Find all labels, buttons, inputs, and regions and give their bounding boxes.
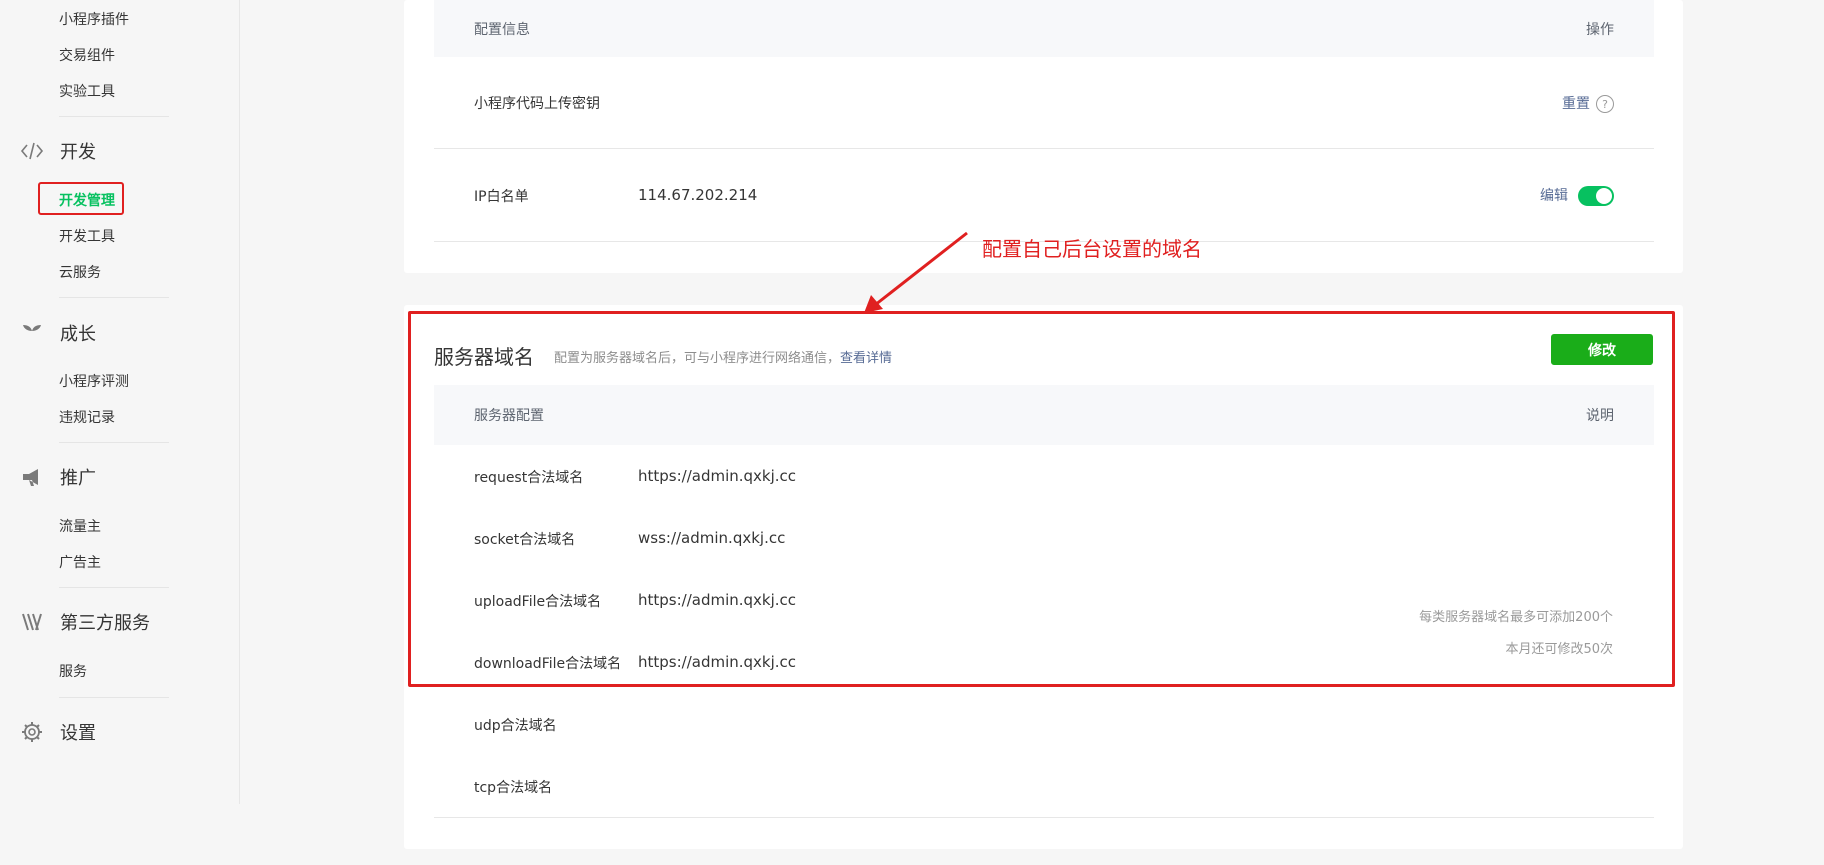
config-header-left: 配置信息 <box>474 21 530 38</box>
sidebar-item-services[interactable]: 服务 <box>59 661 87 681</box>
edit-link[interactable]: 编辑 <box>1540 188 1568 204</box>
sprout-icon <box>23 325 41 341</box>
sidebar-section-growth-label: 成长 <box>60 324 96 345</box>
sidebar-section-third-party-label: 第三方服务 <box>60 613 150 634</box>
sidebar-item-traffic-owner[interactable]: 流量主 <box>59 516 101 536</box>
sidebar-item-lab-tools[interactable]: 实验工具 <box>59 81 115 101</box>
ip-actions: 编辑 <box>1540 185 1614 206</box>
ip-value: 114.67.202.214 <box>638 186 758 204</box>
divider <box>434 148 1654 149</box>
sidebar-item-advertiser[interactable]: 广告主 <box>59 552 101 572</box>
sidebar-divider <box>59 697 169 698</box>
ip-whitelist-toggle[interactable] <box>1578 186 1614 206</box>
sidebar-section-settings[interactable]: 设置 <box>20 719 96 745</box>
sidebar-section-third-party[interactable]: 第三方服务 <box>20 609 150 635</box>
sidebar: 小程序插件 交易组件 实验工具 开发 开发管理 开发工具 云服务 成长 小程序评… <box>0 0 240 804</box>
sidebar-section-dev-label: 开发 <box>60 142 96 163</box>
secret-label: 小程序代码上传密钥 <box>474 96 600 112</box>
sidebar-divider <box>59 297 169 298</box>
sidebar-divider <box>59 116 169 117</box>
sidebar-item-review[interactable]: 小程序评测 <box>59 371 129 391</box>
sidebar-item-trade-components[interactable]: 交易组件 <box>59 45 115 65</box>
sidebar-item-plugins[interactable]: 小程序插件 <box>59 9 129 29</box>
config-header-right: 操作 <box>1586 21 1614 38</box>
sidebar-divider <box>59 442 169 443</box>
highlight-box-dev-management <box>38 182 124 215</box>
annotation-text: 配置自己后台设置的域名 <box>982 237 1202 261</box>
sidebar-item-dev-tools[interactable]: 开发工具 <box>59 226 115 246</box>
sidebar-section-dev[interactable]: 开发 <box>20 138 96 164</box>
megaphone-icon <box>23 469 38 486</box>
secret-actions: 重置? <box>1562 93 1614 113</box>
ip-label: IP白名单 <box>474 189 529 205</box>
domain-label: tcp合法域名 <box>474 780 553 796</box>
gear-icon <box>22 722 42 742</box>
sidebar-item-cloud[interactable]: 云服务 <box>59 262 101 282</box>
sidebar-section-settings-label: 设置 <box>60 723 96 744</box>
highlight-box-server-domain <box>408 311 1675 687</box>
sidebar-section-growth[interactable]: 成长 <box>20 320 96 346</box>
sidebar-divider <box>59 587 169 588</box>
sidebar-section-promo[interactable]: 推广 <box>20 464 96 490</box>
reset-link[interactable]: 重置 <box>1562 96 1590 112</box>
sidebar-item-violations[interactable]: 违规记录 <box>59 407 115 427</box>
help-icon[interactable]: ? <box>1596 95 1614 113</box>
divider <box>434 817 1654 818</box>
config-table-header: 配置信息 操作 <box>434 0 1654 57</box>
third-party-icon <box>22 613 42 631</box>
domain-label: udp合法域名 <box>474 718 557 734</box>
sidebar-section-promo-label: 推广 <box>60 468 96 489</box>
code-icon <box>20 142 44 160</box>
